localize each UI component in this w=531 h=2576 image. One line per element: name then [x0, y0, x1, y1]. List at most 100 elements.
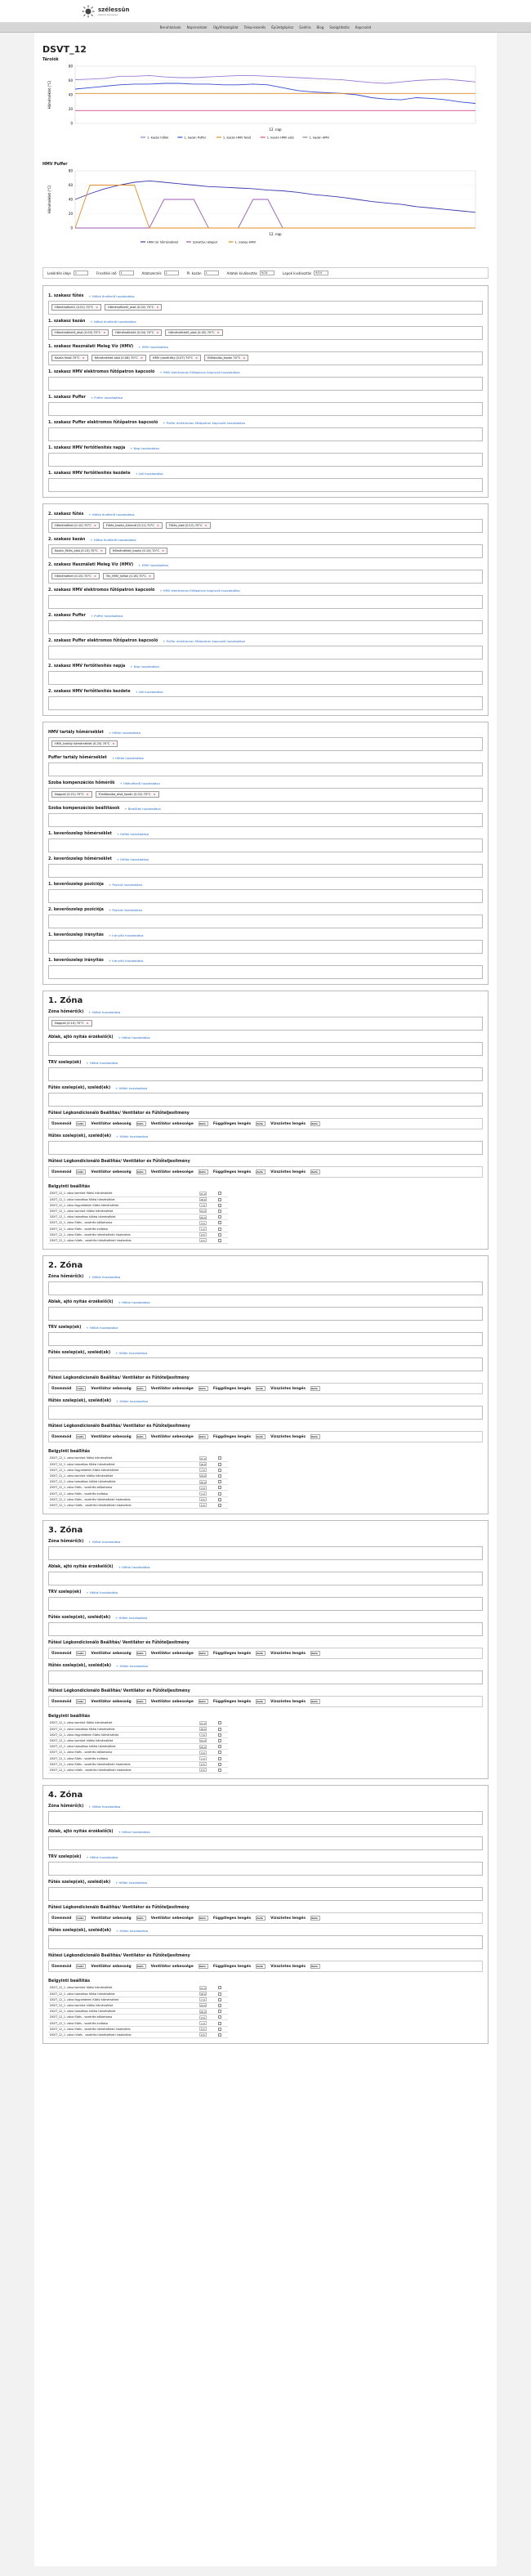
setting-value-input[interactable]: 0.5 [199, 2033, 207, 2037]
add-link[interactable]: + Hőfok hozzáadása [112, 756, 144, 760]
remove-tag-icon[interactable]: × [156, 306, 158, 309]
setting-checkbox[interactable] [217, 1721, 221, 1725]
filter-select[interactable]: 1 [203, 271, 219, 275]
add-link[interactable]: + Hőfok érzékelő hozzáadása [88, 294, 134, 298]
setting-value-input[interactable]: 18.0 [199, 1992, 207, 1997]
add-link[interactable]: + Puffer hozzáadása [91, 396, 123, 400]
setting-checkbox[interactable] [217, 1733, 221, 1737]
zone-tag-box[interactable] [48, 1093, 483, 1107]
zone-tag-box[interactable] [48, 1670, 483, 1684]
add-link[interactable]: + Hőfok hozzáadása [116, 1134, 148, 1138]
remove-tag-icon[interactable]: × [103, 331, 105, 334]
setting-checkbox[interactable] [217, 1751, 221, 1755]
setting-value-input[interactable]: 0.5 [199, 2027, 207, 2032]
add-link[interactable]: + Pozíció hozzáadása [109, 883, 142, 887]
vent-select[interactable]: Auto [76, 1434, 87, 1439]
add-link[interactable]: + Idő hozzáadása [136, 690, 163, 694]
vent-select[interactable]: Auto [136, 1434, 146, 1439]
setting-checkbox[interactable] [217, 2003, 221, 2007]
setting-value-input[interactable]: 1.0 [199, 1756, 207, 1761]
zone-tag-box[interactable] [48, 1935, 483, 1949]
remove-tag-icon[interactable]: × [112, 742, 114, 745]
vent-select[interactable]: Auto [136, 1386, 146, 1391]
zone-tag-box[interactable] [48, 1572, 483, 1585]
vent-select[interactable]: Auto [136, 1169, 146, 1174]
setting-value-input[interactable]: 24.0 [199, 1474, 207, 1478]
setting-checkbox[interactable] [217, 1486, 221, 1490]
vent-select[interactable]: Auto [310, 1964, 320, 1969]
setting-value-input[interactable]: 21.0 [199, 1985, 207, 1990]
add-link[interactable]: + Hőfok hozzáadása [88, 1010, 120, 1014]
setting-value-input[interactable]: 24.0 [199, 2003, 207, 2008]
filter-select[interactable]: 9/14 [259, 271, 274, 275]
filter-select[interactable]: 1 [118, 271, 134, 275]
setting-value-input[interactable]: 26.0 [199, 1479, 207, 1484]
setting-value-input[interactable]: 21.0 [199, 1720, 207, 1725]
setting-value-input[interactable]: 7.0 [199, 1733, 207, 1737]
vent-select[interactable]: Auto [256, 1169, 266, 1174]
vent-select[interactable]: Auto [198, 1699, 208, 1704]
setting-checkbox[interactable] [217, 1992, 221, 1996]
vent-select[interactable]: Auto [310, 1699, 320, 1704]
nav-item[interactable]: Ügyfélszolgálat [213, 25, 239, 29]
vent-select[interactable]: Auto [310, 1121, 320, 1126]
filter-select[interactable]: 1 [163, 271, 179, 275]
legend-entry[interactable]: 1. kazán hőfok [147, 136, 169, 140]
setting-value-input[interactable]: 24.0 [199, 1209, 207, 1214]
vent-select[interactable]: Auto [76, 1916, 87, 1921]
vent-select[interactable]: Auto [310, 1386, 320, 1391]
remove-tag-icon[interactable]: × [94, 524, 96, 527]
remove-tag-icon[interactable]: × [141, 356, 143, 360]
add-link[interactable]: + Hőfok hozzáadása [117, 832, 149, 836]
add-link[interactable]: + Hőfok hozzáadása [86, 1590, 118, 1594]
vent-select[interactable]: Auto [136, 1121, 146, 1126]
remove-tag-icon[interactable]: × [96, 306, 98, 309]
add-link[interactable]: + Hőfok hozzáadása [109, 731, 141, 735]
zone-tag-box[interactable] [48, 1836, 483, 1850]
vent-select[interactable]: Auto [198, 1651, 208, 1656]
setting-checkbox[interactable] [217, 1762, 221, 1766]
add-link[interactable]: + HMV elektromos fűtőpatron kapcsoló hoz… [159, 588, 239, 593]
setting-value-input[interactable]: 2.0 [199, 1485, 207, 1490]
setting-value-input[interactable]: 0.5 [199, 1232, 207, 1237]
tag-box[interactable] [48, 813, 483, 827]
nav-item[interactable]: Telep-kezelés [244, 25, 266, 29]
nav-item[interactable]: Naprendszer [187, 25, 207, 29]
add-link[interactable]: + Puffer elektromos fűtőpatron kapcsoló … [163, 421, 245, 425]
setting-value-input[interactable]: 2.0 [199, 1220, 207, 1225]
setting-checkbox[interactable] [217, 1497, 221, 1501]
remove-tag-icon[interactable]: × [217, 331, 220, 334]
vent-select[interactable]: Auto [198, 1386, 208, 1391]
add-link[interactable]: + Hőfok hozzáadása [115, 1351, 147, 1355]
add-link[interactable]: + Irányító hozzáadása [109, 933, 144, 937]
vent-select[interactable]: Auto [256, 1651, 266, 1656]
tag-box[interactable] [48, 763, 483, 776]
setting-checkbox[interactable] [217, 1197, 221, 1201]
zone-tag-box[interactable] [48, 1141, 483, 1155]
setting-value-input[interactable]: 0.5 [199, 1238, 207, 1243]
legend-entry[interactable]: HMV tár hőmérséklet [147, 241, 179, 244]
add-link[interactable]: + Hőfok hozzáadása [116, 1929, 148, 1933]
setting-checkbox[interactable] [217, 2027, 221, 2031]
nav-item[interactable]: Épületgépész [271, 25, 293, 29]
setting-value-input[interactable]: 26.0 [199, 1214, 207, 1219]
vent-select[interactable]: Auto [76, 1964, 87, 1969]
tag-box[interactable] [48, 839, 483, 852]
setting-checkbox[interactable] [217, 2021, 221, 2025]
tag-box[interactable] [48, 696, 483, 710]
tag-box[interactable] [48, 889, 483, 903]
setting-value-input[interactable]: 18.0 [199, 1462, 207, 1467]
tag-box[interactable] [48, 965, 483, 979]
add-link[interactable]: + Nap hozzáadása [130, 664, 159, 669]
add-link[interactable]: + Hőfok érzékelő hozzáadása [90, 320, 136, 324]
tag-box[interactable] [48, 478, 483, 492]
vent-select[interactable]: Auto [76, 1386, 87, 1391]
zone-tag-box[interactable] [48, 1067, 483, 1081]
tag-box[interactable]: HMV_tartály hőmérséklet (0.20) 70°C × [48, 737, 483, 751]
setting-checkbox[interactable] [217, 1738, 221, 1742]
setting-checkbox[interactable] [217, 1756, 221, 1760]
tag-box[interactable]: Kazán felső 70°C × Hőmérséklet alsó (0.06)… [48, 351, 483, 365]
setting-checkbox[interactable] [217, 2033, 221, 2037]
setting-checkbox[interactable] [217, 1727, 221, 1731]
vent-select[interactable]: Auto [76, 1699, 87, 1704]
